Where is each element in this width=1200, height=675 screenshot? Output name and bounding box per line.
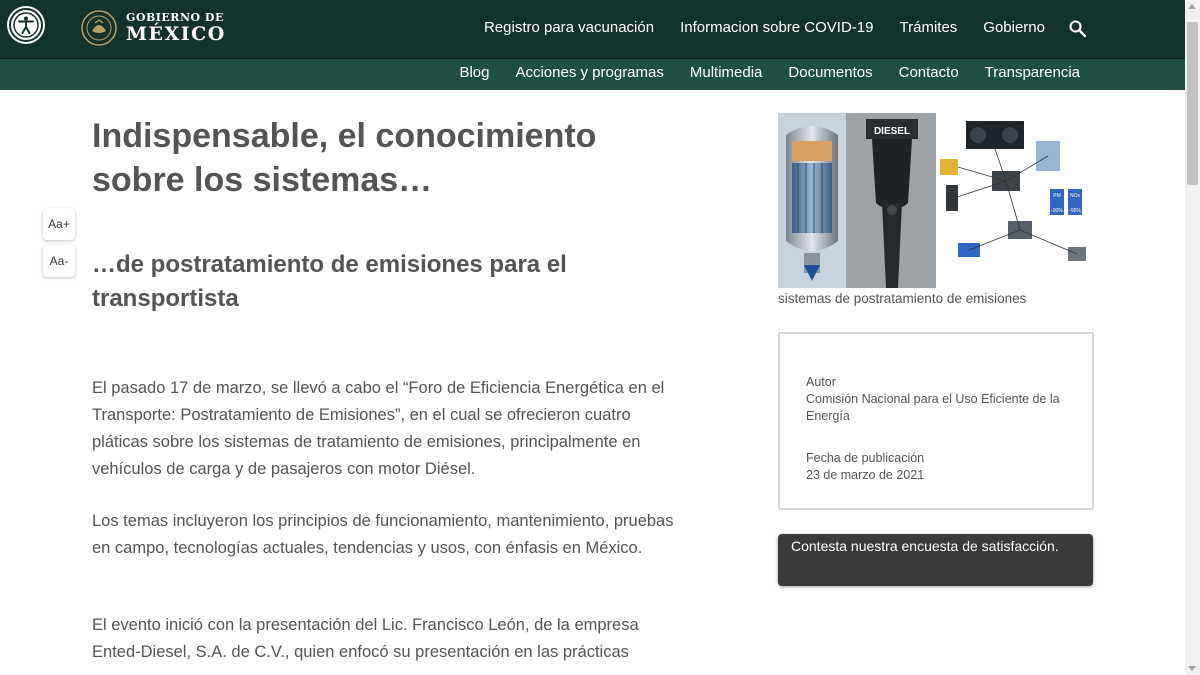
- nav-tramites[interactable]: Trámites: [900, 19, 958, 36]
- author-value: Comisión Nacional para el Uso Eficiente …: [806, 392, 1060, 423]
- author-label: Autor: [806, 375, 836, 389]
- subnav-documentos[interactable]: Documentos: [788, 64, 872, 81]
- gobierno-logo[interactable]: GOBIERNO DE MÉXICO: [80, 9, 226, 47]
- scroll-up-arrow-icon[interactable]: [1188, 4, 1196, 9]
- publication-date-label: Fecha de publicación: [806, 451, 925, 465]
- scroll-thumb[interactable]: [1187, 22, 1198, 185]
- emissions-systems-illustration: DIESEL PM NOx -90% -95%: [778, 113, 1094, 288]
- government-seal-icon: [81, 10, 117, 46]
- article-paragraph-2: Los temas incluyeron los principios de f…: [92, 512, 674, 557]
- article-hero-image[interactable]: DIESEL PM NOx -90% -95%: [778, 113, 1094, 288]
- nox-badge: NOx: [1070, 193, 1081, 199]
- article-title: Indispensable, el conocimiento sobre los…: [92, 117, 597, 199]
- article-paragraph-1: El pasado 17 de marzo, se llevó a cabo e…: [92, 379, 665, 478]
- nav-informacion-covid[interactable]: Informacion sobre COVID-19: [680, 19, 873, 36]
- pm-badge: PM: [1053, 193, 1061, 199]
- pm-reduction-badge: -90%: [1051, 208, 1063, 214]
- subnav-blog[interactable]: Blog: [459, 64, 489, 81]
- font-decrease-button[interactable]: Aa-: [43, 245, 75, 277]
- subnav-transparencia[interactable]: Transparencia: [985, 64, 1080, 81]
- article-subtitle: …de postratamiento de emisiones para el …: [92, 251, 567, 312]
- diesel-label: DIESEL: [874, 126, 910, 137]
- sub-header: Blog Acciones y programas Multimedia Doc…: [0, 58, 1185, 90]
- accessibility-icon: [13, 12, 39, 38]
- logo-line1: GOBIERNO DE: [126, 11, 224, 24]
- secondary-nav: Blog Acciones y programas Multimedia Doc…: [459, 64, 1080, 81]
- nox-reduction-badge: -95%: [1069, 208, 1081, 214]
- top-header: GOBIERNO DE MÉXICO Registro para vacunac…: [0, 0, 1185, 58]
- accessibility-button[interactable]: [9, 8, 43, 42]
- publication-date-value: 23 de marzo de 2021: [806, 468, 925, 482]
- scroll-down-arrow-icon[interactable]: [1188, 666, 1196, 671]
- subnav-contacto[interactable]: Contacto: [899, 64, 959, 81]
- font-increase-button[interactable]: Aa+: [43, 208, 75, 240]
- search-icon[interactable]: [1068, 19, 1088, 39]
- main-nav: Registro para vacunación Informacion sob…: [484, 19, 1045, 36]
- article-paragraph-3: El evento inició con la presentación del…: [92, 616, 639, 661]
- nav-registro-vacunacion[interactable]: Registro para vacunación: [484, 19, 654, 36]
- page-scrollbar[interactable]: [1185, 0, 1200, 675]
- subnav-acciones-programas[interactable]: Acciones y programas: [515, 64, 663, 81]
- logo-line2: MÉXICO: [126, 23, 226, 45]
- image-caption: sistemas de postratamiento de emisiones: [778, 291, 1027, 306]
- satisfaction-survey-link[interactable]: Contesta nuestra encuesta de satisfacció…: [778, 534, 1093, 586]
- publication-info-box: Autor Comisión Nacional para el Uso Efic…: [778, 332, 1094, 510]
- subnav-multimedia[interactable]: Multimedia: [690, 64, 763, 81]
- nav-gobierno[interactable]: Gobierno: [983, 19, 1045, 36]
